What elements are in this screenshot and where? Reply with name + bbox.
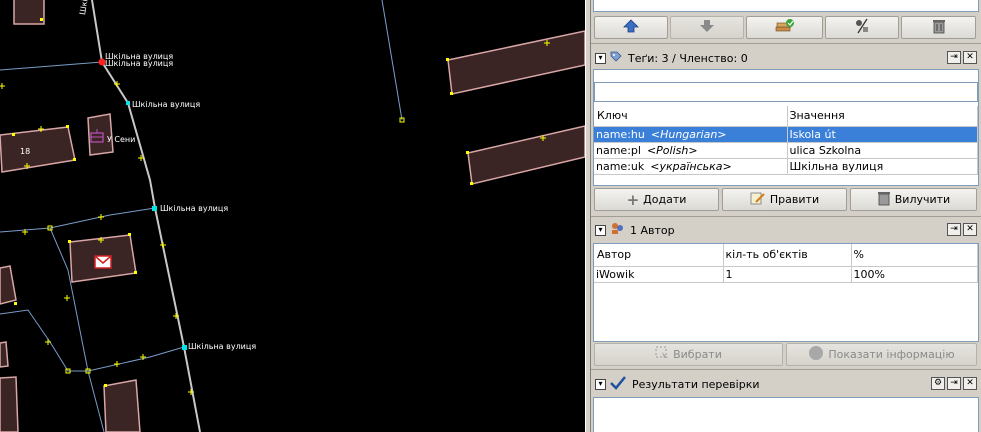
tag-row[interactable]: name:hu <Hungarian> Iskola út xyxy=(594,126,978,143)
building[interactable] xyxy=(467,125,585,185)
house-number: 18 xyxy=(20,147,31,156)
detach-icon[interactable]: ⇥ xyxy=(947,377,961,390)
relation-list-remnant xyxy=(593,0,979,12)
tags-area: Ключ Значення name:hu <Hungarian> Iskola … xyxy=(593,69,979,186)
authors-area: Автор кіл-ть об'єктів % iWowik 1 100% xyxy=(593,243,979,342)
authors-title: 1 Автор xyxy=(630,223,675,237)
poi-label: У Сени xyxy=(107,135,136,144)
selected-node[interactable] xyxy=(152,206,157,211)
select-area-icon xyxy=(655,346,669,363)
street-label: Шкільна вулиця xyxy=(105,59,174,68)
validation-title: Результати перевірки xyxy=(632,377,760,391)
building[interactable] xyxy=(0,126,76,173)
edit-tag-button[interactable]: Правити xyxy=(722,188,847,211)
building[interactable] xyxy=(103,379,141,432)
validation-box-header[interactable]: ▾ Результати перевірки ⚙ ⇥ ✕ xyxy=(593,375,979,393)
layers-check-icon xyxy=(774,18,796,37)
close-icon[interactable]: ✕ xyxy=(963,223,977,236)
settings-icon[interactable]: ⚙ xyxy=(931,377,945,390)
trash-icon xyxy=(877,190,891,209)
side-panel: ▾ Теґи: 3 / Членство: 0 ⇥ ✕ Ключ Значенн… xyxy=(591,0,981,432)
authors-box-header[interactable]: ▾ 1 Автор ⇥ ✕ xyxy=(593,221,979,239)
collapse-icon[interactable]: ▾ xyxy=(595,224,606,236)
collapse-icon[interactable]: ▾ xyxy=(595,52,606,64)
add-tag-button[interactable]: + Додати xyxy=(594,188,719,211)
select-members-button[interactable] xyxy=(746,16,823,39)
building[interactable] xyxy=(447,30,585,95)
footway[interactable] xyxy=(0,309,185,372)
select-author-button[interactable]: Вибрати xyxy=(594,343,783,366)
way-nodes xyxy=(12,18,473,387)
delete-tag-button[interactable]: Вилучити xyxy=(850,188,977,211)
column-header-percent[interactable]: % xyxy=(851,244,978,267)
edit-tag-button[interactable] xyxy=(825,16,899,39)
move-up-button[interactable] xyxy=(594,16,668,39)
show-info-button[interactable]: Показати інформацію xyxy=(786,343,977,366)
arrow-down-icon xyxy=(699,19,715,36)
building[interactable] xyxy=(0,341,9,368)
footway[interactable] xyxy=(0,61,103,71)
detach-icon[interactable]: ⇥ xyxy=(947,51,961,64)
tag-row[interactable]: name:pl <Polish> ulica Szkolna xyxy=(594,142,978,159)
footway[interactable] xyxy=(0,207,156,233)
tags-title: Теґи: 3 / Членство: 0 xyxy=(628,51,748,65)
map-canvas[interactable] xyxy=(0,0,585,432)
trash-icon xyxy=(932,18,946,37)
tags-box-header[interactable]: ▾ Теґи: 3 / Членство: 0 ⇥ ✕ xyxy=(593,49,979,67)
tag-row[interactable]: name:uk <українська> Шкільна вулиця xyxy=(594,158,978,175)
authors-icon xyxy=(610,222,624,238)
authors-table: Автор кіл-ть об'єктів % iWowik 1 100% xyxy=(594,244,978,283)
tags-table: Ключ Значення name:hu <Hungarian> Iskola … xyxy=(594,106,978,175)
column-header-key[interactable]: Ключ xyxy=(594,106,788,127)
building[interactable] xyxy=(0,265,17,305)
delete-button[interactable] xyxy=(901,16,976,39)
author-row[interactable]: iWowik 1 100% xyxy=(594,266,978,283)
selected-node[interactable] xyxy=(126,101,130,105)
street-label: Шкільна вулиця xyxy=(132,100,201,109)
building[interactable] xyxy=(13,0,45,25)
footway[interactable] xyxy=(381,0,403,121)
close-icon[interactable]: ✕ xyxy=(963,377,977,390)
close-icon[interactable]: ✕ xyxy=(963,51,977,64)
tag-icon xyxy=(610,51,622,66)
checkmark-icon xyxy=(610,375,626,393)
move-down-button[interactable] xyxy=(670,16,744,39)
pencil-icon xyxy=(750,191,766,208)
building[interactable] xyxy=(0,376,19,432)
collapse-icon[interactable]: ▾ xyxy=(595,378,606,390)
selected-node[interactable] xyxy=(182,345,187,350)
post-office-icon[interactable] xyxy=(94,255,112,269)
tag-edit-icon xyxy=(853,18,871,37)
street-label: Шкільна вулиця xyxy=(160,204,229,213)
validation-results-area xyxy=(593,397,979,432)
info-icon xyxy=(808,345,824,364)
plus-icon: + xyxy=(626,190,640,209)
arrow-up-icon xyxy=(623,19,639,36)
tag-filter-input[interactable] xyxy=(594,82,978,102)
column-header-count[interactable]: кіл-ть об'єктів xyxy=(723,244,852,267)
detach-icon[interactable]: ⇥ xyxy=(947,223,961,236)
column-header-author[interactable]: Автор xyxy=(594,244,724,267)
column-header-value[interactable]: Значення xyxy=(787,106,978,127)
street-label: Шкільна вулиця xyxy=(188,342,257,351)
map-view[interactable]: Шкільна вулиця Шкільна вулиця Шкільна ву… xyxy=(0,0,585,432)
